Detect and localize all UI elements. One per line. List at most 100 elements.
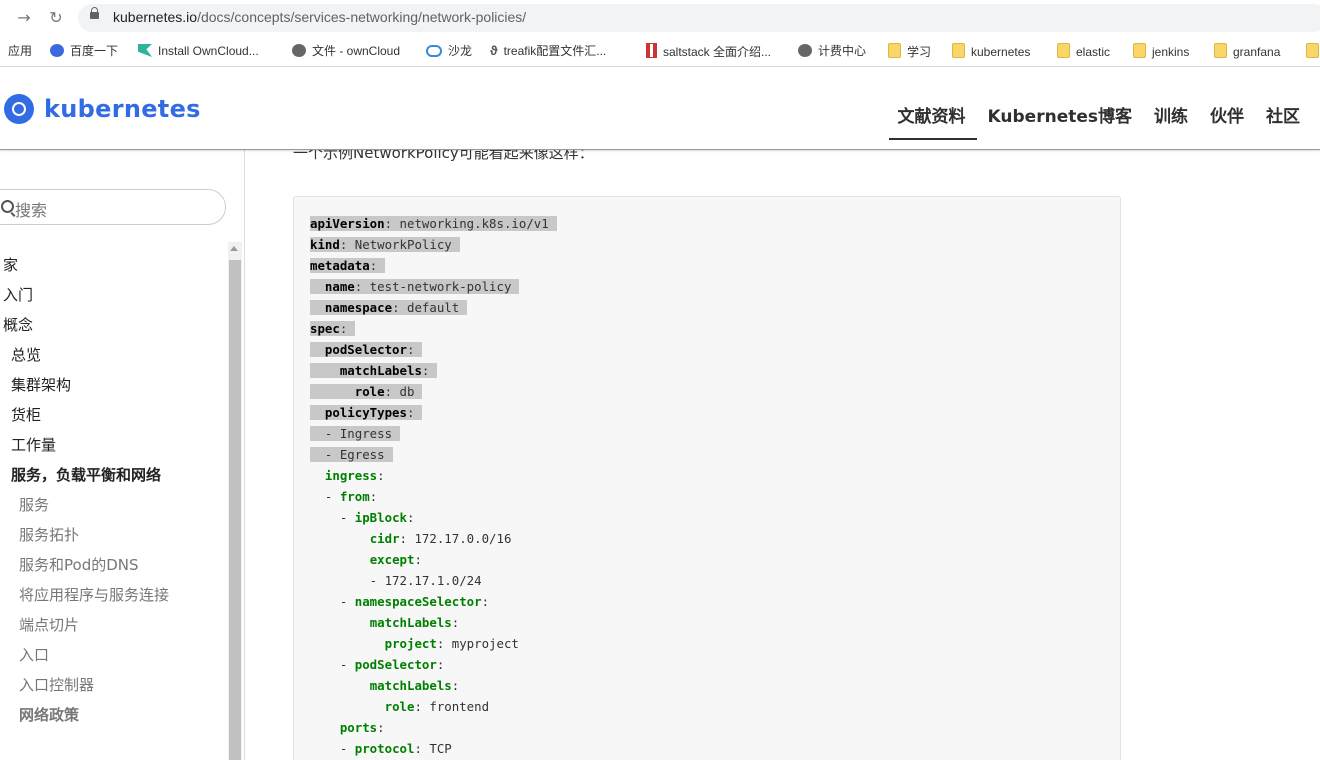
bookmarks-bar: 应用 百度一下 Install OwnCloud... 文件 - ownClou… xyxy=(0,36,1320,67)
sidebar-item-workloads[interactable]: 工作量 xyxy=(0,430,190,460)
code-line: - 172.17.1.0/24 xyxy=(310,573,482,588)
search-placeholder: 搜索 xyxy=(15,201,48,220)
bookmark-install-owncloud[interactable]: Install OwnCloud... xyxy=(138,43,259,59)
code-line: name: test-network-policy xyxy=(310,276,557,297)
sidebar-item-concepts[interactable]: 概念 xyxy=(0,310,190,340)
sidebar-item-overview[interactable]: 总览 xyxy=(0,340,190,370)
site-header: kubernetes 文献资料 Kubernetes博客 训练 伙伴 社区 xyxy=(0,67,1320,150)
code-line: ingress: xyxy=(324,468,385,483)
code-line: - protocol: TCP xyxy=(310,741,452,756)
kubernetes-logo-icon[interactable] xyxy=(4,94,34,124)
sidebar-item-ingress[interactable]: 入口 xyxy=(0,640,190,670)
code-line: policyTypes: xyxy=(310,402,557,423)
main-content: 一个示例NetworkPolicy可能看起来像这样： apiVersion: n… xyxy=(245,150,1320,760)
code-line: spec: xyxy=(310,318,557,339)
cloud-icon xyxy=(426,45,442,57)
trello-icon xyxy=(138,44,152,57)
bookmark-label: kubernetes xyxy=(971,45,1031,59)
nav-training[interactable]: 训练 xyxy=(1154,107,1188,127)
sidebar-item-service[interactable]: 服务 xyxy=(0,490,190,520)
code-line: role: db xyxy=(310,381,557,402)
yaml-code[interactable]: apiVersion: networking.k8s.io/v1 kind: Ne… xyxy=(310,213,557,759)
bookmark-folder-granfana[interactable]: granfana xyxy=(1214,43,1280,59)
bookmark-folder-kubernetes[interactable]: kubernetes xyxy=(952,43,1030,59)
reload-icon[interactable]: ↻ xyxy=(46,8,66,28)
bookmark-label: elastic xyxy=(1076,45,1111,59)
bookmark-salon[interactable]: 沙龙 xyxy=(426,43,472,59)
bookmark-billing[interactable]: 计费中心 xyxy=(798,43,866,59)
code-line: kind: NetworkPolicy xyxy=(310,234,557,255)
code-line: - podSelector: xyxy=(310,657,445,672)
sidebar-item-network-policies[interactable]: 网络政策 xyxy=(0,700,190,730)
bookmark-saltstack[interactable]: saltstack 全面介绍... xyxy=(646,43,771,59)
sidebar-menu: 家 入门 概念 总览 集群架构 货柜 工作量 服务，负载平衡和网络 服务 服务拓… xyxy=(0,250,190,730)
bookmark-folder-study[interactable]: 学习 xyxy=(888,43,931,59)
folder-icon xyxy=(888,43,901,58)
url-text[interactable]: kubernetes.io/docs/concepts/services-net… xyxy=(113,9,526,25)
sidebar-item-getting-started[interactable]: 入门 xyxy=(0,280,190,310)
search-input[interactable]: 搜索 xyxy=(0,189,226,225)
code-line: matchLabels: xyxy=(369,615,460,630)
saltstack-icon xyxy=(646,43,657,58)
forward-arrow-icon[interactable]: → xyxy=(14,8,34,28)
baidu-icon xyxy=(50,44,64,57)
folder-icon xyxy=(1057,43,1070,58)
bookmark-label: saltstack 全面介绍... xyxy=(663,45,772,59)
sidebar-item-connect-applications[interactable]: 将应用程序与服务连接 xyxy=(0,580,169,610)
scroll-up-arrow-icon[interactable] xyxy=(230,246,238,251)
url-host: kubernetes.io xyxy=(113,9,198,25)
sidebar-item-home[interactable]: 家 xyxy=(0,250,190,280)
sidebar-item-service-topology[interactable]: 服务拓扑 xyxy=(0,520,190,550)
code-line: role: frontend xyxy=(384,699,490,714)
code-line: ports: xyxy=(339,720,385,735)
bookmark-label: granfana xyxy=(1233,45,1281,59)
folder-icon xyxy=(1133,43,1146,58)
top-navigation: 文献资料 Kubernetes博客 训练 伙伴 社区 xyxy=(876,102,1300,127)
code-line: matchLabels: xyxy=(310,360,557,381)
code-line: - Ingress xyxy=(310,423,557,444)
bookmark-owncloud-files[interactable]: 文件 - ownCloud xyxy=(292,43,400,59)
sidebar-item-ingress-controllers[interactable]: 入口控制器 xyxy=(0,670,190,700)
bookmark-folder-elastic[interactable]: elastic xyxy=(1057,43,1110,59)
sidebar-item-dns-pod-service[interactable]: 服务和Pod的DNS xyxy=(0,550,190,580)
sidebar-item-services-networking[interactable]: 服务，负载平衡和网络 xyxy=(0,460,161,490)
code-line: podSelector: xyxy=(310,339,557,360)
url-path: /docs/concepts/services-networking/netwo… xyxy=(197,9,527,25)
nav-community[interactable]: 社区 xyxy=(1266,107,1300,127)
sidebar-item-cluster-architecture[interactable]: 集群架构 xyxy=(0,370,190,400)
code-line: cidr: 172.17.0.0/16 xyxy=(369,531,512,546)
brand-name[interactable]: kubernetes xyxy=(44,95,201,123)
bookmark-folder-overflow[interactable] xyxy=(1306,43,1320,59)
globe-icon xyxy=(292,44,306,57)
bookmark-treafik[interactable]: ϑ treafik配置文件汇... xyxy=(490,43,606,59)
bookmark-label: 文件 - ownCloud xyxy=(312,44,401,58)
code-block[interactable]: apiVersion: networking.k8s.io/v1 kind: Ne… xyxy=(293,196,1121,760)
bookmark-label: jenkins xyxy=(1152,45,1190,59)
nav-blog[interactable]: Kubernetes博客 xyxy=(988,107,1132,127)
bookmark-label: 学习 xyxy=(907,45,932,59)
folder-icon xyxy=(1214,43,1227,58)
intro-text: 一个示例NetworkPolicy可能看起来像这样： xyxy=(293,150,594,162)
sidebar-item-endpoint-slices[interactable]: 端点切片 xyxy=(0,610,190,640)
globe-icon xyxy=(798,44,812,57)
folder-icon xyxy=(1306,43,1319,58)
nav-docs[interactable]: 文献资料 xyxy=(898,107,966,127)
bookmark-baidu[interactable]: 百度一下 xyxy=(50,43,118,59)
address-bar[interactable]: kubernetes.io/docs/concepts/services-net… xyxy=(78,4,1320,32)
folder-icon xyxy=(952,43,965,58)
code-line: - ipBlock: xyxy=(310,510,415,525)
browser-toolbar: → ↻ kubernetes.io/docs/concepts/services… xyxy=(0,0,1320,36)
bookmark-label: treafik配置文件汇... xyxy=(503,44,607,58)
bookmark-label: 沙龙 xyxy=(448,44,473,58)
code-line: apiVersion: networking.k8s.io/v1 xyxy=(310,213,557,234)
search-icon xyxy=(1,200,14,213)
bookmark-apps[interactable]: 应用 xyxy=(8,43,32,59)
sidebar-scroll-thumb[interactable] xyxy=(229,260,241,760)
sidebar-item-containers[interactable]: 货柜 xyxy=(0,400,190,430)
nav-partners[interactable]: 伙伴 xyxy=(1210,107,1244,127)
bookmark-label: 百度一下 xyxy=(70,44,119,58)
bookmark-folder-jenkins[interactable]: jenkins xyxy=(1133,43,1189,59)
bookmark-label: 计费中心 xyxy=(818,44,867,58)
bookmark-label: 应用 xyxy=(8,44,33,58)
code-line: - Egress xyxy=(310,444,557,465)
